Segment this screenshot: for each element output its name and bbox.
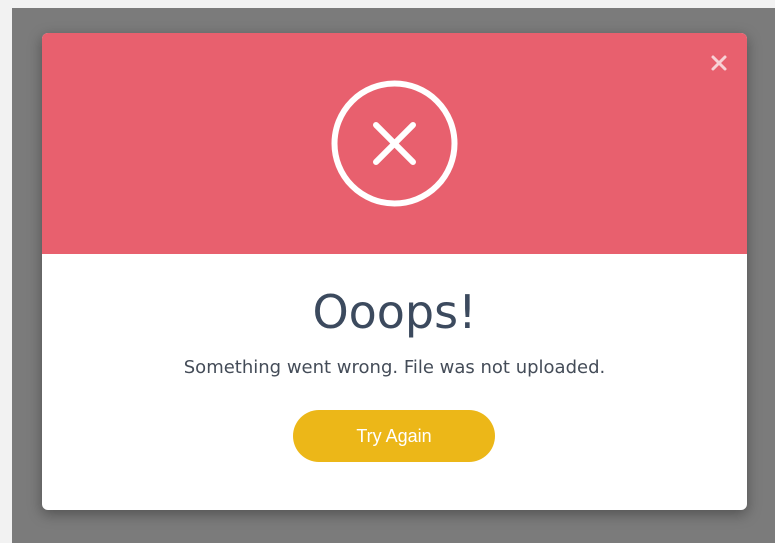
dialog-body: Ooops! Something went wrong. File was no… — [42, 254, 747, 510]
error-x-circle-icon — [331, 80, 458, 207]
error-dialog: Ooops! Something went wrong. File was no… — [42, 33, 747, 510]
close-icon[interactable] — [709, 53, 729, 73]
error-message: Something went wrong. File was not uploa… — [183, 357, 606, 378]
dialog-title: Ooops! — [312, 285, 477, 339]
try-again-button[interactable]: Try Again — [293, 410, 495, 462]
dialog-header — [42, 33, 747, 254]
